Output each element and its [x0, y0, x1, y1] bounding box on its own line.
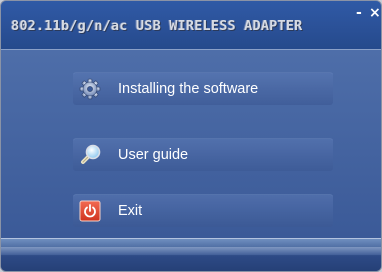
footer-highlight: [1, 247, 381, 255]
menu-item-exit[interactable]: Exit: [73, 194, 333, 227]
power-icon: [79, 200, 101, 222]
minimize-button[interactable]: -: [356, 6, 362, 20]
menu-item-label: Exit: [118, 203, 143, 219]
menu-item-label: Installing the software: [118, 81, 259, 97]
title-bar: 802.11b/g/n/ac USB WIRELESS ADAPTER - ×: [1, 1, 381, 50]
window-title: 802.11b/g/n/ac USB WIRELESS ADAPTER: [11, 18, 303, 34]
menu-item-user-guide[interactable]: User guide: [73, 138, 333, 171]
close-button[interactable]: ×: [369, 6, 381, 20]
menu-item-install[interactable]: Installing the software: [73, 72, 333, 105]
menu-panel: Installing the software User guide Exit: [1, 50, 381, 238]
magnifier-icon: [79, 144, 101, 166]
menu-item-label: User guide: [118, 147, 189, 163]
footer-bar: [1, 238, 381, 271]
installer-window: 802.11b/g/n/ac USB WIRELESS ADAPTER - ×: [0, 0, 382, 272]
gear-icon: [79, 78, 101, 100]
